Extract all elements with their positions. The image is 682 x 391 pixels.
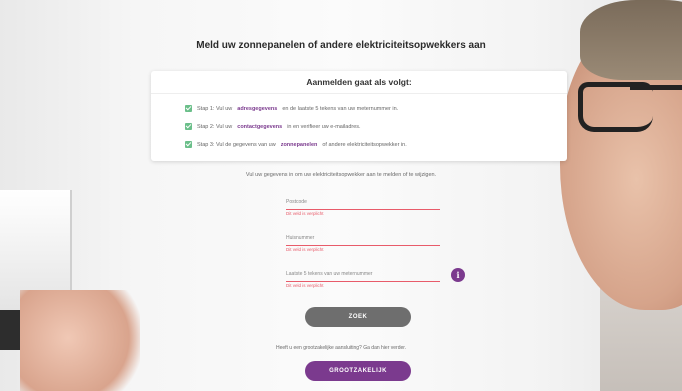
- checkbox-checked-icon: [185, 141, 192, 148]
- info-icon[interactable]: i: [451, 268, 465, 282]
- checkbox-checked-icon: [185, 123, 192, 130]
- step-1-link[interactable]: adresgegevens: [237, 106, 277, 112]
- postcode-field[interactable]: Postcode Dit veld is verplicht: [286, 199, 440, 227]
- house-number-field[interactable]: Huisnummer Dit veld is verplicht: [286, 235, 440, 263]
- step-1-suffix: en de laatste 5 tekens van uw meternumme…: [282, 105, 399, 112]
- step-3-link[interactable]: zonnepanelen: [281, 142, 318, 148]
- house-number-placeholder: Huisnummer: [286, 235, 315, 241]
- step-1: Stap 1: Vul uw adresgegevens en de laats…: [185, 105, 398, 112]
- step-3: Stap 3: Vul de gegevens van uw zonnepane…: [185, 141, 407, 148]
- meter-number-underline: [286, 281, 440, 282]
- business-button[interactable]: GROOTZAKELIJK: [305, 361, 411, 381]
- page-title: Meld uw zonnepanelen of andere elektrici…: [196, 40, 486, 51]
- meter-number-error: Dit veld is verplicht: [286, 283, 324, 288]
- glasses-arm: [630, 85, 682, 90]
- step-2-link[interactable]: contactgegevens: [237, 124, 282, 130]
- checkbox-checked-icon: [185, 105, 192, 112]
- business-question: Heeft u een grootzakelijke aansluiting? …: [275, 345, 407, 351]
- hand-image: [20, 290, 140, 391]
- meter-number-placeholder: Laatste 5 tekens van uw meternummer: [286, 271, 373, 277]
- step-2-suffix: in en verifieer uw e-mailadres.: [287, 123, 361, 130]
- step-2: Stap 2: Vul uw contactgegevens in en ver…: [185, 123, 361, 130]
- step-2-prefix: Stap 2: Vul uw: [197, 123, 233, 130]
- search-button[interactable]: ZOEK: [305, 307, 411, 327]
- step-3-prefix: Stap 3: Vul de gegevens van uw: [197, 141, 276, 148]
- instructions-card: Aanmelden gaat als volgt: Stap 1: Vul uw…: [151, 71, 567, 161]
- step-1-prefix: Stap 1: Vul uw: [197, 105, 233, 112]
- instructions-heading: Aanmelden gaat als volgt:: [151, 71, 567, 94]
- postcode-placeholder: Postcode: [286, 199, 307, 205]
- meter-number-field[interactable]: Laatste 5 tekens van uw meternummer Dit …: [286, 271, 440, 299]
- house-number-underline: [286, 245, 440, 246]
- step-3-suffix: of andere elektriciteitsopwekker in.: [322, 141, 407, 148]
- postcode-error: Dit veld is verplicht: [286, 211, 324, 216]
- background-photo: [0, 0, 682, 391]
- house-number-error: Dit veld is verplicht: [286, 247, 324, 252]
- postcode-underline: [286, 209, 440, 210]
- form-intro: Vul uw gegevens in om uw elektriciteitso…: [245, 172, 437, 178]
